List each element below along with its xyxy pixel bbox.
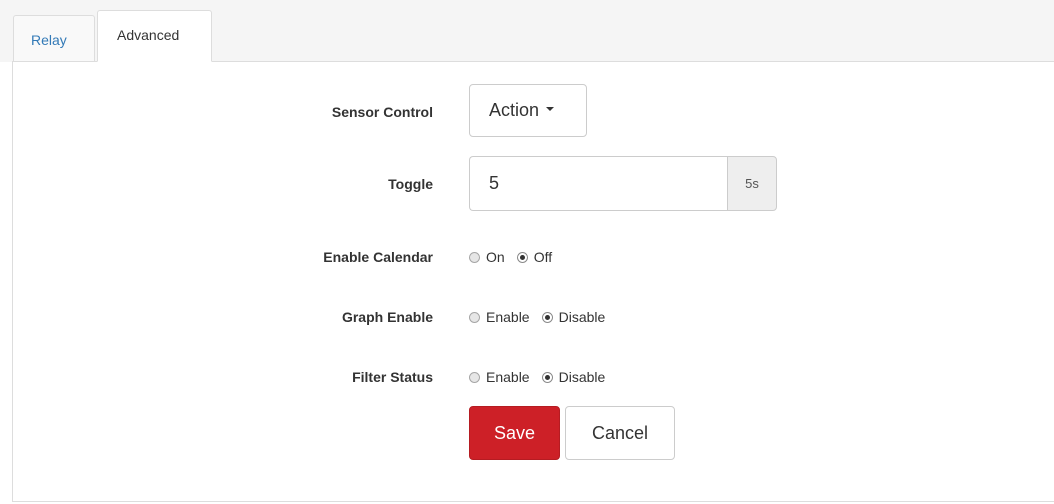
graph-enable-enable-label[interactable]: Enable [486, 309, 530, 325]
graph-enable-label: Graph Enable [341, 309, 433, 325]
tab-bar: Relay Advanced [0, 0, 1054, 62]
tab-advanced[interactable]: Advanced [97, 10, 212, 62]
tab-relay-label: Relay [31, 32, 67, 48]
toggle-input-group: 5s [469, 156, 777, 211]
graph-enable-disable-radio[interactable] [541, 311, 553, 323]
save-button[interactable]: Save [469, 406, 560, 460]
action-button-label: Action [489, 100, 540, 120]
graph-enable-radio-group: Enable Disable [469, 309, 617, 325]
filter-status-label: Filter Status [352, 369, 433, 385]
cancel-button[interactable]: Cancel [565, 406, 675, 460]
filter-status-enable-radio[interactable] [469, 371, 480, 383]
filter-status-radio-group: Enable Disable [469, 369, 617, 385]
enable-calendar-on-radio[interactable] [469, 251, 480, 263]
enable-calendar-off-label[interactable]: Off [534, 249, 552, 265]
tab-relay[interactable]: Relay [13, 15, 95, 61]
graph-enable-disable-label[interactable]: Disable [559, 309, 606, 325]
enable-calendar-off-radio[interactable] [516, 251, 528, 263]
enable-calendar-on-label[interactable]: On [486, 249, 505, 265]
tab-advanced-label: Advanced [117, 27, 180, 43]
toggle-label: Toggle [388, 176, 433, 192]
sensor-control-label: Sensor Control [331, 104, 433, 120]
action-dropdown-button[interactable]: Action [469, 84, 587, 137]
filter-status-enable-label[interactable]: Enable [486, 369, 530, 385]
graph-enable-enable-radio[interactable] [469, 311, 480, 323]
filter-status-disable-label[interactable]: Disable [559, 369, 606, 385]
toggle-input[interactable] [469, 156, 728, 211]
toggle-unit-addon: 5s [727, 156, 777, 211]
enable-calendar-radio-group: On Off [469, 249, 564, 265]
caret-down-icon [546, 107, 555, 112]
filter-status-disable-radio[interactable] [541, 371, 553, 383]
enable-calendar-label: Enable Calendar [323, 249, 433, 265]
